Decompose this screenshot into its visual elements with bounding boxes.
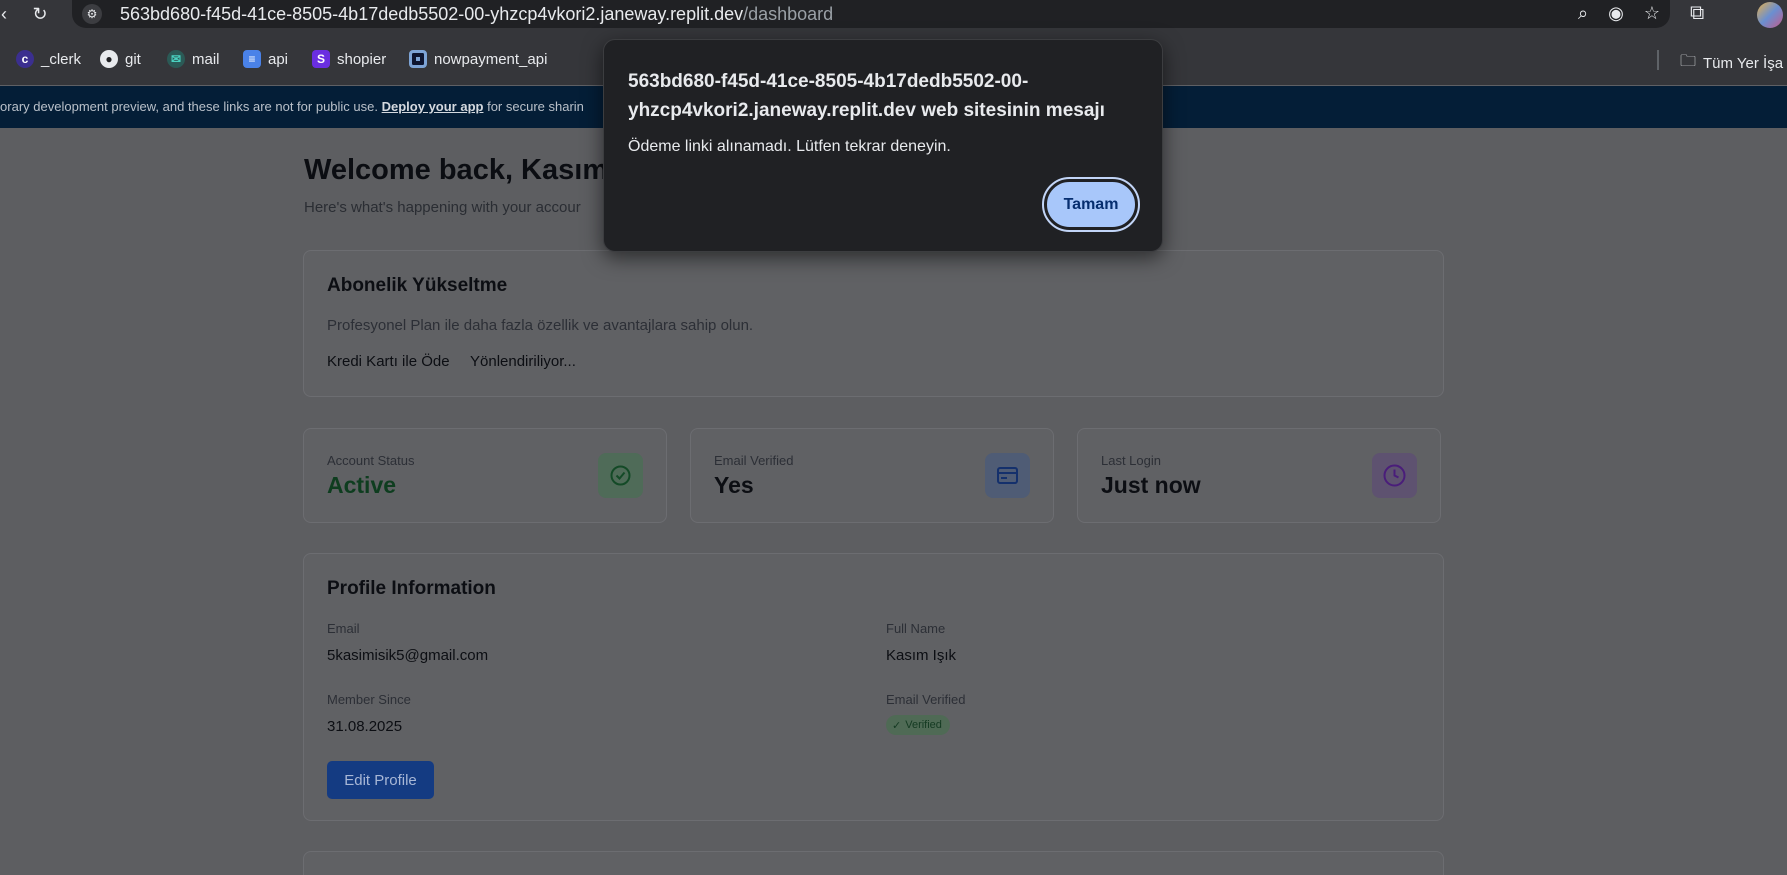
full-name-label: Full Name — [886, 621, 946, 636]
check-circle-icon: ✓ — [892, 719, 902, 732]
bookmarks-divider — [1657, 50, 1659, 70]
banner-text-after: for secure sharin — [483, 99, 584, 114]
credit-card-icon — [985, 453, 1030, 498]
edit-profile-button[interactable]: Edit Profile — [327, 761, 434, 799]
stat-card-account-status: Account Status Active — [303, 428, 667, 523]
bookmark-label: mail — [192, 50, 220, 68]
upgrade-title: Abonelik Yükseltme — [327, 275, 508, 296]
bookmark-label: git — [125, 50, 141, 68]
folder-icon: 🗀 — [1680, 53, 1697, 70]
stat-value: Just now — [1101, 472, 1201, 498]
bookmark-shopier[interactable]: Sshopier — [312, 50, 386, 68]
site-settings-icon[interactable]: ⚙ — [82, 4, 102, 24]
zoom-icon[interactable]: ⌕ — [1578, 3, 1588, 24]
upgrade-description: Profesyonel Plan ile daha fazla özellik … — [327, 317, 754, 334]
page-title: Welcome back, Kasım — [304, 154, 609, 186]
address-bar[interactable]: ⚙ 563bd680-f45d-41ce-8505-4b17dedb5502-0… — [72, 0, 1670, 28]
bookmark-git[interactable]: ● git — [100, 50, 141, 68]
ok-button[interactable]: Tamam — [1042, 177, 1140, 232]
bookmark-api[interactable]: ≡ api — [243, 50, 288, 68]
check-circle-icon — [598, 453, 643, 498]
bookmark-label: api — [268, 50, 289, 68]
clock-icon — [1372, 453, 1417, 498]
verified-badge-label: Verified — [905, 719, 942, 731]
verified-badge: ✓ Verified — [886, 715, 950, 735]
next-card — [303, 851, 1444, 875]
bookmark-label: shopier — [337, 50, 387, 68]
clerk-icon: c — [16, 50, 34, 68]
profile-title: Profile Information — [327, 578, 496, 599]
member-since-value: 31.08.2025 — [327, 718, 403, 735]
nowpayment-icon — [409, 50, 427, 68]
dialog-message: Ödeme linki alınamadı. Lütfen tekrar den… — [628, 138, 951, 155]
extensions-icon[interactable]: ⧉ — [1690, 2, 1704, 25]
stat-card-email-verified: Email Verified Yes — [690, 428, 1054, 523]
member-since-label: Member Since — [327, 692, 411, 707]
document-icon: ≡ — [243, 50, 261, 68]
bookmark-mail[interactable]: ✉ mail — [167, 50, 220, 68]
url-host: 563bd680-f45d-41ce-8505-4b17dedb5502-00-… — [120, 4, 744, 24]
email-verified-label: Email Verified — [886, 692, 966, 707]
email-label: Email — [327, 621, 360, 636]
alert-dialog: 563bd680-f45d-41ce-8505-4b17dedb5502-00-… — [603, 39, 1163, 252]
banner-text-before: mporary development preview, and these l… — [0, 99, 382, 114]
redirect-status: Yönlendiriliyor... — [470, 353, 576, 370]
all-bookmarks[interactable]: 🗀 Tüm Yer İşa — [1680, 50, 1783, 77]
upgrade-card: Abonelik Yükseltme Profesyonel Plan ile … — [303, 250, 1444, 397]
pay-with-card-button[interactable]: Kredi Kartı ile Öde — [327, 353, 450, 370]
all-bookmarks-label: Tüm Yer İşa — [1703, 55, 1784, 72]
github-icon: ● — [100, 50, 118, 68]
url-text[interactable]: 563bd680-f45d-41ce-8505-4b17dedb5502-00-… — [120, 4, 833, 25]
star-icon[interactable]: ☆ — [1644, 3, 1660, 24]
profile-avatar[interactable] — [1757, 2, 1783, 28]
profile-information-card: Profile Information Email 5kasimisik5@gm… — [303, 553, 1444, 821]
full-name-value: Kasım Işık — [886, 647, 957, 664]
eye-icon[interactable]: ◉ — [1608, 3, 1624, 24]
dialog-title: 563bd680-f45d-41ce-8505-4b17dedb5502-00-… — [628, 71, 1105, 121]
bookmark-label: nowpayment_api — [434, 50, 548, 68]
banner-text: mporary development preview, and these l… — [0, 99, 584, 114]
stat-label: Last Login — [1101, 453, 1161, 468]
stat-label: Email Verified — [714, 453, 794, 468]
url-path: /dashboard — [743, 4, 834, 24]
reload-icon[interactable]: ↻ — [28, 2, 52, 26]
omnibox-actions: ⌕ ◉ ☆ — [1578, 3, 1660, 24]
browser-toolbar: ‹ ↻ ⚙ 563bd680-f45d-41ce-8505-4b17dedb55… — [0, 0, 1787, 29]
mail-icon: ✉ — [167, 50, 185, 68]
back-icon[interactable]: ‹ — [0, 2, 16, 26]
stat-value: Yes — [714, 472, 754, 498]
bookmark-clerk[interactable]: c _clerk — [16, 50, 81, 68]
bookmark-label: _clerk — [41, 50, 82, 68]
stat-card-last-login: Last Login Just now — [1077, 428, 1441, 523]
stat-value: Active — [327, 472, 397, 498]
bookmark-nowpayment[interactable]: nowpayment_api — [409, 50, 547, 68]
deploy-link[interactable]: Deploy your app — [382, 99, 484, 114]
email-value: 5kasimisik5@gmail.com — [327, 647, 489, 664]
shopier-icon: S — [312, 50, 330, 68]
page-subtitle: Here's what's happening with your accour — [304, 199, 581, 216]
stat-label: Account Status — [327, 453, 415, 468]
